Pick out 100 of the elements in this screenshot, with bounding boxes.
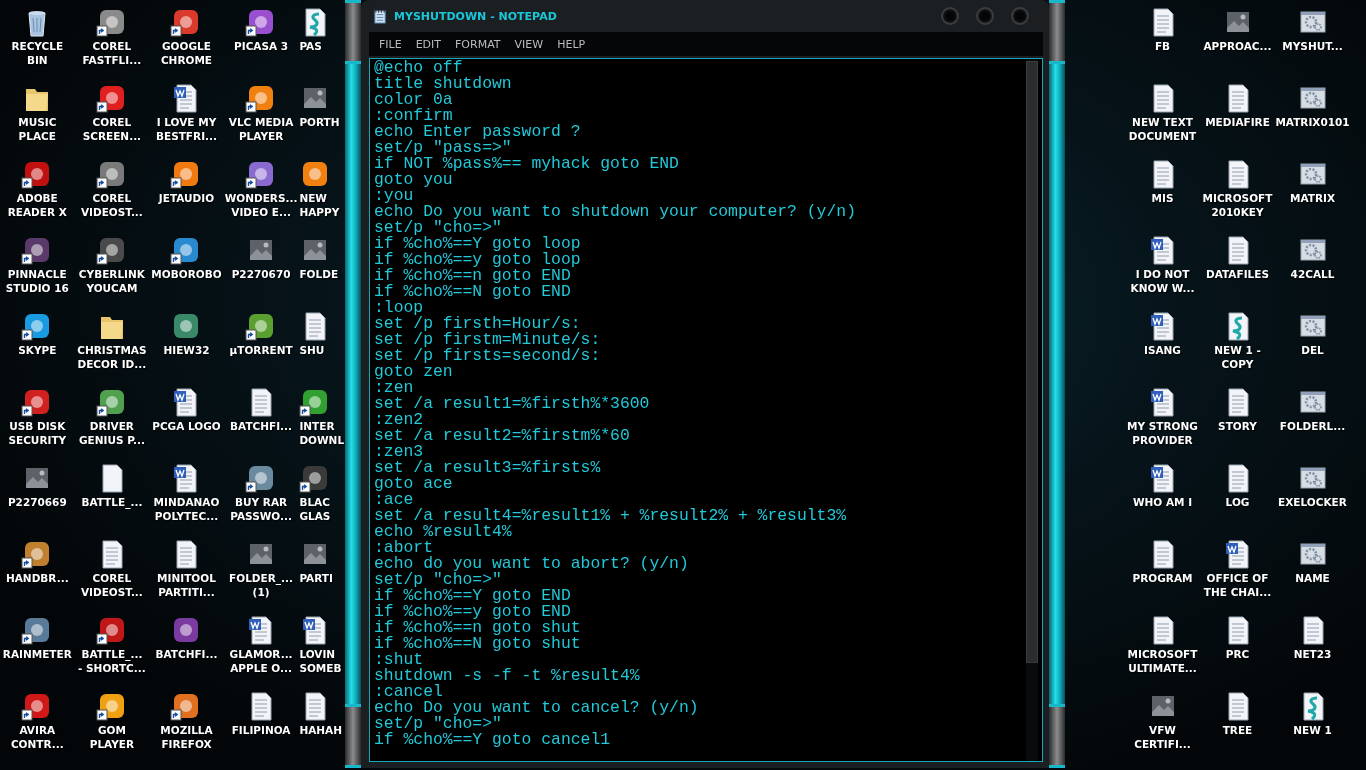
icon-label[interactable]: MYSHUT... — [1282, 39, 1343, 53]
icon-label[interactable]: MATRIX0101 — [1275, 115, 1350, 129]
icon-label[interactable]: TREE — [1222, 723, 1253, 737]
icon-label[interactable]: OFFICE OF THE CHAI... — [1203, 571, 1272, 599]
icon-label[interactable]: NET23 — [1293, 647, 1332, 661]
icon-label[interactable]: RECYCLE BIN — [11, 39, 64, 67]
icon-label[interactable]: PORTH — [299, 115, 340, 129]
icon-label[interactable]: DEL — [1301, 343, 1324, 357]
code-line: :confirm — [374, 108, 454, 124]
icon-label[interactable]: VFW CERTIFI... — [1134, 723, 1191, 751]
icon-label[interactable]: JETAUDIO — [158, 191, 215, 205]
icon-label[interactable]: RAINMETER — [2, 647, 72, 661]
icon-label[interactable]: COREL FASTFLI... — [82, 39, 142, 67]
icon-label[interactable]: FOLDER_... (1) — [229, 571, 294, 599]
icon-label[interactable]: P2270670 — [231, 267, 291, 281]
icon-label[interactable]: GLAMOR... APPLE O... — [229, 647, 293, 675]
icon-label[interactable]: MATRIX — [1290, 191, 1335, 205]
icon-label[interactable]: FOLDERL... — [1279, 419, 1346, 433]
icon-label[interactable]: MINDANAO POLYTEC... — [153, 495, 220, 523]
icon-label[interactable]: STORY — [1218, 419, 1257, 433]
icon-label[interactable]: DRIVER GENIUS P... — [78, 419, 145, 447]
menu-item[interactable]: FILE — [379, 37, 402, 51]
icon-label[interactable]: 42CALL — [1290, 267, 1335, 281]
icon-label[interactable]: MEDIAFIRE — [1205, 115, 1270, 129]
code-line: if %cho%==Y goto END — [374, 588, 572, 604]
icon-label[interactable]: BLAC GLAS — [299, 495, 331, 523]
icon-label[interactable]: FILIPINOA — [231, 723, 291, 737]
icon-label[interactable]: COREL VIDEOST... — [80, 571, 143, 599]
icon-label[interactable]: USB DISK SECURITY — [8, 419, 67, 447]
icon-label[interactable]: LOG — [1225, 495, 1250, 509]
code-line: title shutdown — [374, 76, 513, 92]
icon-label[interactable]: PRC — [1225, 647, 1250, 661]
icon-label[interactable]: PARTI — [299, 571, 333, 585]
icon-label[interactable]: WHO AM I — [1132, 495, 1193, 509]
icon-label[interactable]: BATCHFI... — [155, 647, 218, 661]
code-line: set/p "cho=>" — [374, 716, 503, 732]
icon-label[interactable]: BATCHFI... — [230, 419, 293, 433]
icon-label[interactable]: BATTLE_... - SHORTC... — [78, 647, 146, 675]
icon-label[interactable]: GOOGLE CHROME — [160, 39, 213, 67]
icon-label[interactable]: CHRISTMAS DECOR ID... — [77, 343, 147, 371]
icon-label[interactable]: NEW TEXT DOCUMENT — [1128, 115, 1197, 143]
icon-label[interactable]: BUY RAR PASSWO... — [230, 495, 292, 523]
menu-item[interactable]: VIEW — [514, 37, 544, 51]
icon-label[interactable]: SKYPE — [18, 343, 57, 357]
code-line: echo Do you want to cancel? (y/n) — [374, 700, 700, 716]
icon-label[interactable]: HANDBR... — [5, 571, 69, 585]
icon-label[interactable]: ISANG — [1144, 343, 1181, 357]
icon-label[interactable]: APPROAC... — [1203, 39, 1272, 53]
icon-label[interactable]: P2270669 — [7, 495, 67, 509]
code-line: set/p "cho=>" — [374, 572, 503, 588]
icon-label[interactable]: NEW HAPPY — [299, 191, 340, 219]
menu-item[interactable]: EDIT — [415, 37, 442, 51]
icon-label[interactable]: INTER DOWNL — [299, 419, 345, 447]
icon-label[interactable]: LOVIN SOMEB — [299, 647, 342, 675]
icon-label[interactable]: MIS — [1151, 191, 1174, 205]
icon-label[interactable]: PINNACLE STUDIO 16 — [5, 267, 69, 295]
icon-label[interactable]: µTORRENT — [229, 343, 293, 357]
icon-label[interactable]: MICROSOFT ULTIMATE... — [1127, 647, 1198, 675]
icon-label[interactable]: NEW 1 — [1293, 723, 1332, 737]
icon-label[interactable]: COREL SCREEN... — [82, 115, 142, 143]
code-line: set /p firsth=Hour/s: — [374, 316, 581, 332]
icon-label[interactable]: AVIRA CONTR... — [10, 723, 64, 751]
icon-label[interactable]: FB — [1154, 39, 1171, 53]
icon-label[interactable]: COREL VIDEOST... — [80, 191, 143, 219]
icon-label[interactable]: BATTLE_... — [81, 495, 143, 509]
code-line: if NOT %pass%== myhack goto END — [374, 156, 680, 172]
code-line: :zen — [374, 380, 414, 396]
icon-label[interactable]: FOLDE — [299, 267, 339, 281]
icon-label[interactable]: MOZILLA FIREFOX — [160, 723, 213, 751]
code-line: echo Enter password ? — [374, 124, 582, 140]
icon-label[interactable]: MUSIC PLACE — [18, 115, 57, 143]
icon-label[interactable]: MOBOROBO — [151, 267, 222, 281]
icon-label[interactable]: DATAFILES — [1206, 267, 1269, 281]
icon-label[interactable]: WONDERS... VIDEO E... — [224, 191, 298, 219]
icon-label[interactable]: MY STRONG PROVIDER — [1127, 419, 1198, 447]
icon-label[interactable]: NEW 1 - COPY — [1214, 343, 1261, 371]
code-line: set /p firsts=second/s: — [374, 348, 602, 364]
icon-label[interactable]: I LOVE MY BESTFRI... — [155, 115, 217, 143]
icon-label[interactable]: ADOBE READER X — [7, 191, 67, 219]
code-line: if %cho%==y goto END — [374, 604, 571, 620]
icon-label[interactable]: PICASA 3 — [234, 39, 289, 53]
icon-label[interactable]: PROGRAM — [1132, 571, 1193, 585]
icon-label[interactable]: HAHAH — [299, 723, 342, 737]
icon-label[interactable]: PAS — [299, 39, 322, 53]
icon-label[interactable]: I DO NOT KNOW W... — [1130, 267, 1195, 295]
icon-label[interactable]: GOM PLAYER — [89, 723, 135, 751]
icon-label[interactable]: HIEW32 — [163, 343, 210, 357]
icon-label[interactable]: NAME — [1295, 571, 1330, 585]
code-line: :zen3 — [374, 444, 424, 460]
icon-label[interactable]: PCGA LOGO — [152, 419, 221, 433]
code-line: echo %result4% — [374, 524, 513, 540]
icon-label[interactable]: CYBERLINK YOUCAM — [78, 267, 145, 295]
icon-label[interactable]: MICROSOFT 2010KEY — [1202, 191, 1273, 219]
icon-label[interactable]: VLC MEDIA PLAYER — [228, 115, 294, 143]
icon-label[interactable]: SHU — [299, 343, 325, 357]
icon-label[interactable]: EXELOCKER — [1278, 495, 1347, 509]
code-line: goto zen — [374, 364, 454, 380]
menu-item[interactable]: HELP — [557, 37, 586, 51]
icon-label[interactable]: MINITOOL PARTITI... — [157, 571, 216, 599]
menu-item[interactable]: FORMAT — [455, 37, 501, 51]
